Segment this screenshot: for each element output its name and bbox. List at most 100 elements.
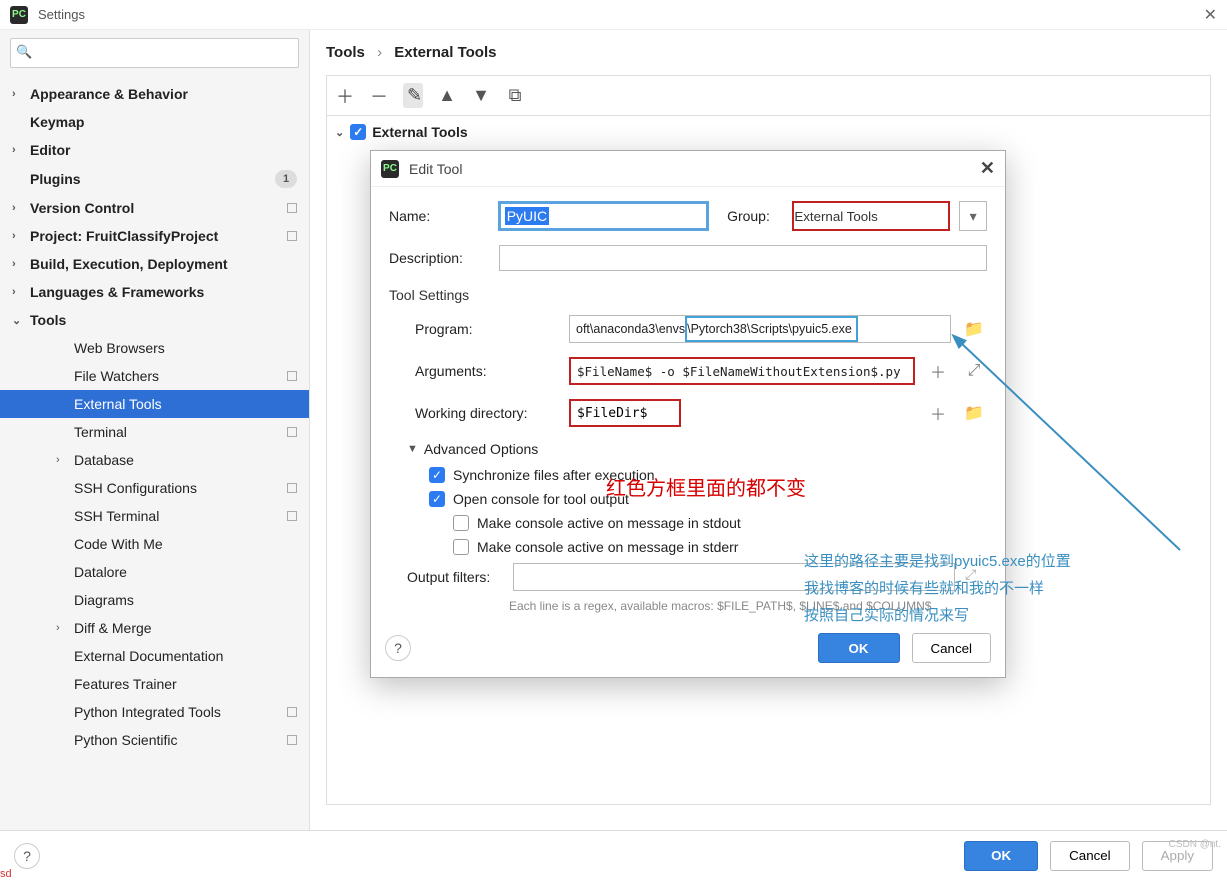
sidebar-item[interactable]: ›File Watchers [0,362,309,390]
sidebar-item[interactable]: ›Features Trainer [0,670,309,698]
sidebar-item-label: Build, Execution, Deployment [30,256,228,272]
sidebar-item[interactable]: ›Version Control [0,194,309,222]
scope-icon [287,511,297,521]
app-icon: PC [381,160,399,178]
group-dropdown-icon[interactable]: ▾ [959,201,987,231]
search-input[interactable] [10,38,299,68]
window-close-icon[interactable]: ✕ [1204,5,1217,25]
sidebar-item-label: Version Control [30,200,134,216]
window-title: Settings [38,7,85,22]
scope-icon [287,203,297,213]
tree-root-row[interactable]: ⌄ ✓ External Tools [335,124,1202,140]
sidebar-item[interactable]: ›Diagrams [0,586,309,614]
sidebar-item[interactable]: ›Database [0,446,309,474]
sidebar-item[interactable]: ›Terminal [0,418,309,446]
checkbox-icon[interactable]: ✓ [429,467,445,483]
scope-icon [287,735,297,745]
cancel-button[interactable]: Cancel [1050,841,1130,871]
cancel-button[interactable]: Cancel [912,633,992,663]
chevron-icon: › [12,144,26,156]
arguments-input[interactable]: $FileName$ -o $FileNameWithoutExtension$… [569,357,915,385]
chevron-down-icon[interactable]: ⌄ [335,126,344,139]
sidebar-item-label: Keymap [30,114,84,130]
insert-macro-icon[interactable]: ＋ [925,358,951,384]
sidebar-item-label: Code With Me [74,536,163,552]
sidebar-item-label: Web Browsers [74,340,165,356]
checkbox-icon[interactable] [453,515,469,531]
output-filters-label: Output filters: [407,569,503,585]
sidebar-item[interactable]: ›External Tools [0,390,309,418]
sidebar-item[interactable]: ›SSH Terminal [0,502,309,530]
ok-button[interactable]: OK [818,633,900,663]
checkbox-icon[interactable]: ✓ [429,491,445,507]
help-icon[interactable]: ? [14,843,40,869]
working-dir-input[interactable] [569,399,681,427]
sidebar-item[interactable]: ›Build, Execution, Deployment [0,250,309,278]
sidebar-item[interactable]: ›SSH Configurations [0,474,309,502]
sidebar-item-label: Terminal [74,424,127,440]
expand-icon[interactable]: ⤢ [961,358,987,384]
settings-sidebar: 🔍 ›Appearance & Behavior›Keymap›Editor›P… [0,30,310,830]
browse-folder-icon[interactable]: 📁 [961,400,987,426]
ok-button[interactable]: OK [964,841,1038,871]
working-dir-label: Working directory: [415,405,559,421]
sidebar-item-label: Datalore [74,564,127,580]
sidebar-item-label: Plugins [30,171,81,187]
browse-folder-icon[interactable]: 📁 [961,316,987,342]
remove-icon[interactable]: － [369,83,389,109]
sidebar-item[interactable]: ›Python Scientific [0,726,309,754]
copy-icon[interactable]: ⧉ [505,85,525,106]
sidebar-item[interactable]: ›Keymap [0,108,309,136]
sidebar-item[interactable]: › Editor [0,136,309,164]
move-up-icon[interactable]: ▲ [437,85,457,106]
scope-icon [287,427,297,437]
chevron-down-icon: ▼ [407,443,418,455]
breadcrumb-leaf: External Tools [394,44,496,61]
name-input[interactable]: PyUIC [498,201,709,231]
sidebar-item-label: File Watchers [74,368,159,384]
sidebar-item[interactable]: ›External Documentation [0,642,309,670]
dialog-title: Edit Tool [409,161,462,177]
program-input[interactable]: oft\anaconda3\envs\Pytorch38\Scripts\pyu… [569,315,951,343]
sidebar-item-label: Diff & Merge [74,620,152,636]
insert-macro-icon[interactable]: ＋ [925,400,951,426]
sidebar-item[interactable]: ⌄Tools [0,306,309,334]
toolbar: ＋ － ✎ ▲ ▼ ⧉ [326,75,1211,115]
dialog-close-icon[interactable]: ✕ [980,158,995,179]
sidebar-item[interactable]: ›Diff & Merge [0,614,309,642]
sidebar-item-label: Features Trainer [74,676,177,692]
sidebar-item-label: External Tools [74,396,162,412]
sidebar-item[interactable]: ›Python Integrated Tools [0,698,309,726]
edit-icon[interactable]: ✎ [403,83,423,108]
sidebar-item[interactable]: ›Languages & Frameworks [0,278,309,306]
root-checkbox[interactable]: ✓ [350,124,366,140]
sidebar-item-label: Editor [30,142,70,158]
chevron-icon: › [12,88,26,100]
sidebar-item-label: Project: FruitClassifyProject [30,228,218,244]
sidebar-item[interactable]: ›Project: FruitClassifyProject [0,222,309,250]
help-icon[interactable]: ? [385,635,411,661]
sidebar-item-label: Diagrams [74,592,134,608]
sidebar-item-label: Database [74,452,134,468]
group-input[interactable] [792,201,950,231]
move-down-icon[interactable]: ▼ [471,85,491,106]
tool-settings-header: Tool Settings [389,287,987,303]
sidebar-item[interactable]: ›Appearance & Behavior [0,80,309,108]
name-label: Name: [389,208,488,224]
stdout-active-option[interactable]: Make console active on message in stdout [429,515,987,531]
sidebar-item[interactable]: ›Code With Me [0,530,309,558]
app-icon: PC [10,6,28,24]
sidebar-item[interactable]: ›Plugins1 [0,164,309,194]
breadcrumb: Tools › External Tools [310,30,1227,75]
add-icon[interactable]: ＋ [335,83,355,109]
settings-tree[interactable]: ›Appearance & Behavior›Keymap›Editor›Plu… [0,76,309,830]
sidebar-item[interactable]: ›Datalore [0,558,309,586]
checkbox-icon[interactable] [453,539,469,555]
description-input[interactable] [499,245,987,271]
scope-icon [287,707,297,717]
advanced-options-toggle[interactable]: ▼ Advanced Options [407,441,987,457]
breadcrumb-root[interactable]: Tools [326,44,365,61]
sidebar-item[interactable]: ›Web Browsers [0,334,309,362]
scope-icon [287,231,297,241]
tree-root-label: External Tools [372,124,467,140]
